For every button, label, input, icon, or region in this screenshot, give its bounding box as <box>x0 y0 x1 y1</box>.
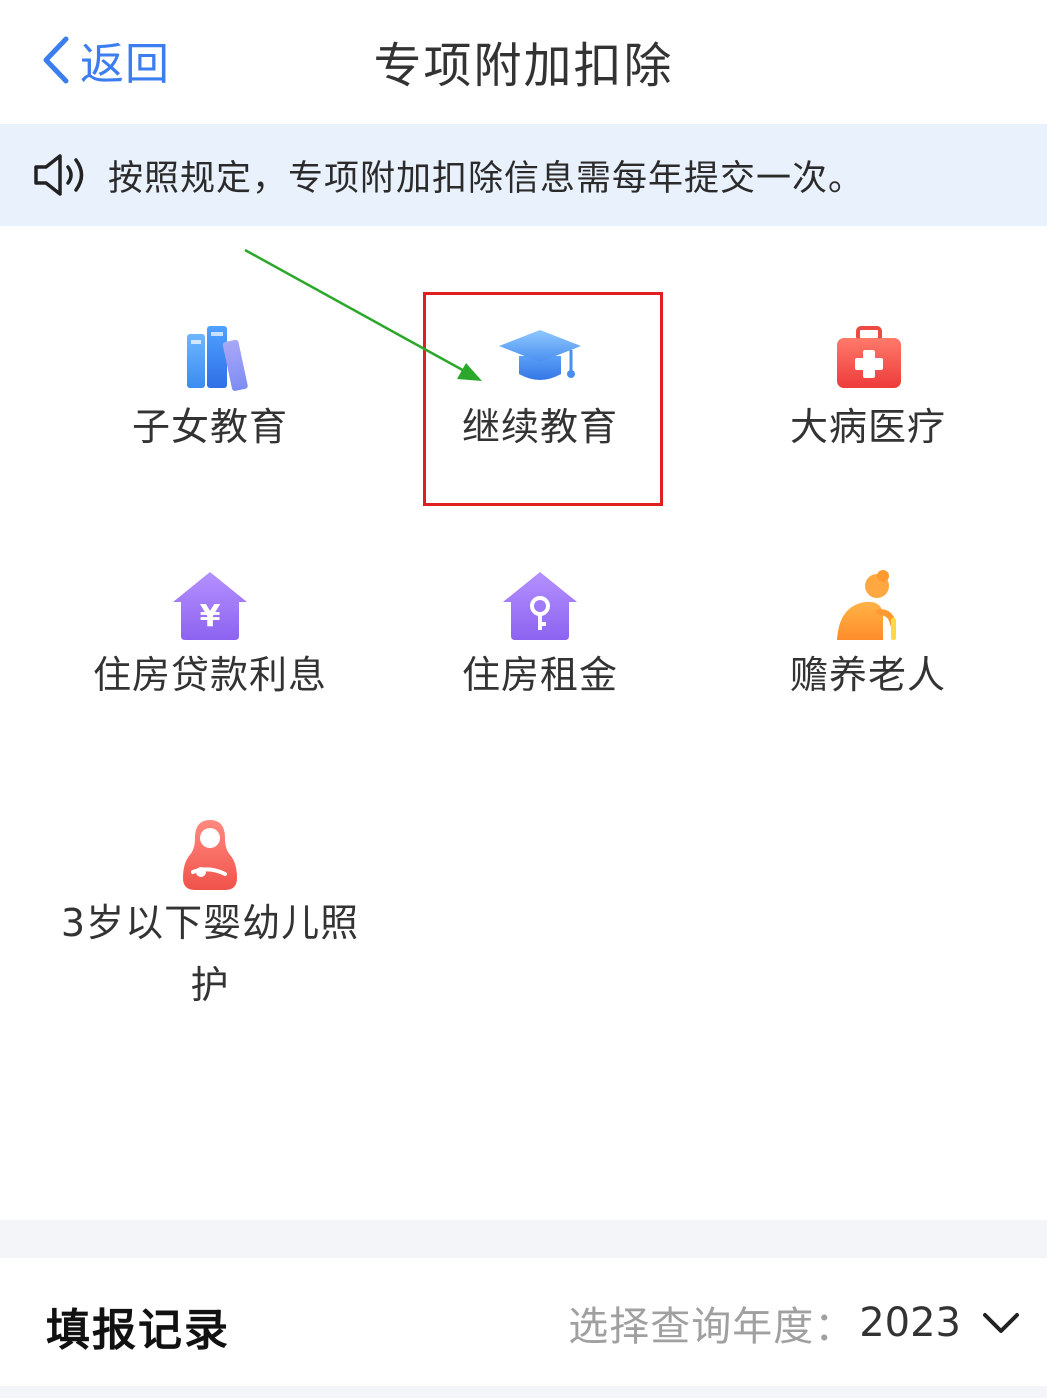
item-housing-loan-interest[interactable]: ¥ 住房贷款利息 <box>45 568 375 706</box>
mother-baby-icon <box>183 820 237 890</box>
section-divider <box>0 1220 1047 1258</box>
bottom-edge <box>0 1386 1047 1398</box>
year-select-label: 选择查询年度： <box>568 1304 856 1350</box>
notice-text: 按照规定，专项附加扣除信息需每年提交一次。 <box>108 158 865 199</box>
elderly-person-icon <box>837 570 896 640</box>
nav-bar: 返回 专项附加扣除 <box>0 0 1047 124</box>
item-serious-illness[interactable]: 大病医疗 <box>703 320 1033 458</box>
notice-banner: 按照规定，专项附加扣除信息需每年提交一次。 <box>0 124 1047 226</box>
records-bar: 填报记录 选择查询年度： 2023 <box>0 1258 1047 1386</box>
item-children-education[interactable]: 子女教育 <box>45 320 375 458</box>
first-aid-kit-icon <box>837 326 901 388</box>
chevron-down-icon <box>983 1313 1019 1333</box>
item-elderly-support[interactable]: 赡养老人 <box>703 568 1033 706</box>
records-title: 填报记录 <box>46 1305 230 1356</box>
item-infant-care[interactable]: 3岁以下婴幼儿照 护 <box>45 816 375 1016</box>
speaker-icon <box>34 154 84 196</box>
item-housing-rent[interactable]: 住房租金 <box>375 568 705 706</box>
highlight-box <box>423 292 663 506</box>
year-select[interactable]: 选择查询年度： 2023 <box>568 1294 1021 1352</box>
svg-text:¥: ¥ <box>200 599 221 634</box>
item-label: 3岁以下婴幼儿照 护 <box>60 901 360 1007</box>
item-label: 赡养老人 <box>789 653 946 697</box>
item-label: 子女教育 <box>131 405 288 449</box>
books-icon <box>187 326 248 391</box>
house-yen-icon: ¥ <box>173 572 247 640</box>
item-label: 住房租金 <box>461 653 618 697</box>
year-select-value: 2023 <box>859 1300 961 1346</box>
item-label: 大病医疗 <box>789 405 946 449</box>
house-key-icon <box>503 572 577 640</box>
item-label: 住房贷款利息 <box>92 653 327 697</box>
page-title: 专项附加扣除 <box>373 38 674 94</box>
page: 返回 专项附加扣除 按照规定，专项附加扣除信息需每年提交一次。 子女教育 继续教… <box>0 0 1047 1398</box>
